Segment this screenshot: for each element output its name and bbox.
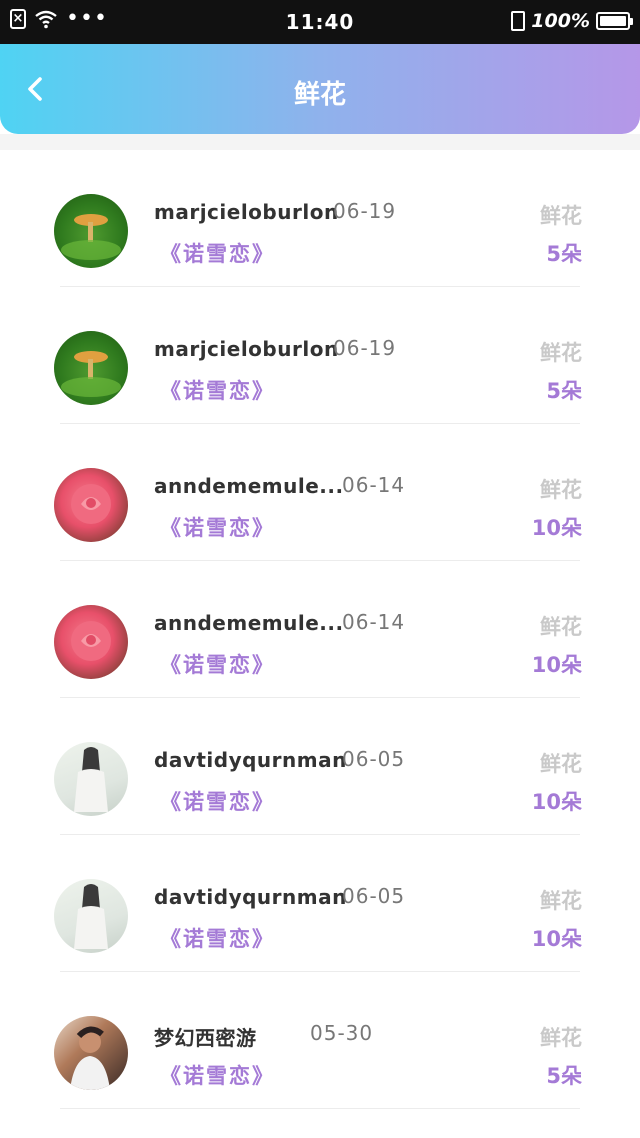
gift-type: 鲜花 (540, 615, 582, 639)
gift-date: 06-05 (342, 884, 406, 908)
avatar[interactable] (54, 742, 128, 816)
avatar[interactable] (54, 879, 128, 953)
user-name: davtidyqurnman (154, 885, 347, 909)
gift-type: 鲜花 (540, 478, 582, 502)
gift-date: 06-14 (342, 610, 406, 634)
rose-image (71, 484, 111, 524)
status-bar: × ••• 11:40 100% (0, 0, 640, 44)
user-name: anndememule... (154, 474, 344, 498)
avatar[interactable] (54, 468, 128, 542)
avatar[interactable] (54, 605, 128, 679)
gift-date: 06-14 (342, 473, 406, 497)
work-title: 《诺雪恋》 (160, 516, 275, 540)
page-title: 鲜花 (293, 80, 346, 110)
list-item[interactable]: anndememule... 06-14 《诺雪恋》 鲜花 10朵 (0, 561, 640, 698)
list-item[interactable]: 梦幻西密游 05-30 《诺雪恋》 鲜花 5朵 (0, 972, 640, 1109)
gift-date: 06-19 (333, 336, 397, 360)
gift-type: 鲜花 (540, 204, 582, 228)
battery-icon (596, 12, 633, 30)
user-name: marjcieloburlon (154, 200, 339, 224)
person-image (74, 747, 108, 812)
user-name: 梦幻西密游 (154, 1026, 257, 1050)
header-divider (0, 134, 640, 150)
app-header: 鲜花 (0, 44, 640, 134)
gift-type: 鲜花 (540, 1026, 582, 1050)
status-right: 100% (511, 10, 633, 32)
avatar[interactable] (54, 1016, 128, 1090)
work-title: 《诺雪恋》 (160, 790, 275, 814)
work-title: 《诺雪恋》 (160, 1064, 275, 1088)
user-name: anndememule... (154, 611, 344, 635)
gift-count: 10朵 (531, 790, 582, 814)
list-item[interactable]: anndememule... 06-14 《诺雪恋》 鲜花 10朵 (0, 424, 640, 561)
work-title: 《诺雪恋》 (160, 379, 275, 403)
work-title: 《诺雪恋》 (160, 242, 275, 266)
gift-count: 10朵 (531, 516, 582, 540)
list-item[interactable]: marjcieloburlon 06-19 《诺雪恋》 鲜花 5朵 (0, 287, 640, 424)
gift-type: 鲜花 (540, 341, 582, 365)
mushroom-image (61, 351, 121, 397)
avatar[interactable] (54, 331, 128, 405)
gift-type: 鲜花 (540, 752, 582, 776)
work-title: 《诺雪恋》 (160, 927, 275, 951)
flower-list: marjcieloburlon 06-19 《诺雪恋》 鲜花 5朵 marjci… (0, 150, 640, 1109)
battery-percent: 100% (531, 10, 590, 32)
list-item[interactable]: davtidyqurnman 06-05 《诺雪恋》 鲜花 10朵 (0, 698, 640, 835)
person-image (70, 1026, 110, 1090)
avatar[interactable] (54, 194, 128, 268)
gift-type: 鲜花 (540, 889, 582, 913)
person-image (74, 884, 108, 949)
list-item[interactable]: davtidyqurnman 06-05 《诺雪恋》 鲜花 10朵 (0, 835, 640, 972)
gift-date: 06-05 (342, 747, 406, 771)
vibrate-icon (511, 11, 526, 31)
gift-count: 5朵 (546, 1064, 582, 1088)
gift-date: 05-30 (310, 1021, 374, 1045)
user-name: davtidyqurnman (154, 748, 347, 772)
list-item[interactable]: marjcieloburlon 06-19 《诺雪恋》 鲜花 5朵 (0, 150, 640, 287)
gift-count: 10朵 (531, 927, 582, 951)
gift-count: 5朵 (546, 379, 582, 403)
user-name: marjcieloburlon (154, 337, 339, 361)
gift-count: 10朵 (531, 653, 582, 677)
work-title: 《诺雪恋》 (160, 653, 275, 677)
mushroom-image (61, 214, 121, 260)
rose-image (71, 621, 111, 661)
gift-count: 5朵 (546, 242, 582, 266)
gift-date: 06-19 (333, 199, 397, 223)
